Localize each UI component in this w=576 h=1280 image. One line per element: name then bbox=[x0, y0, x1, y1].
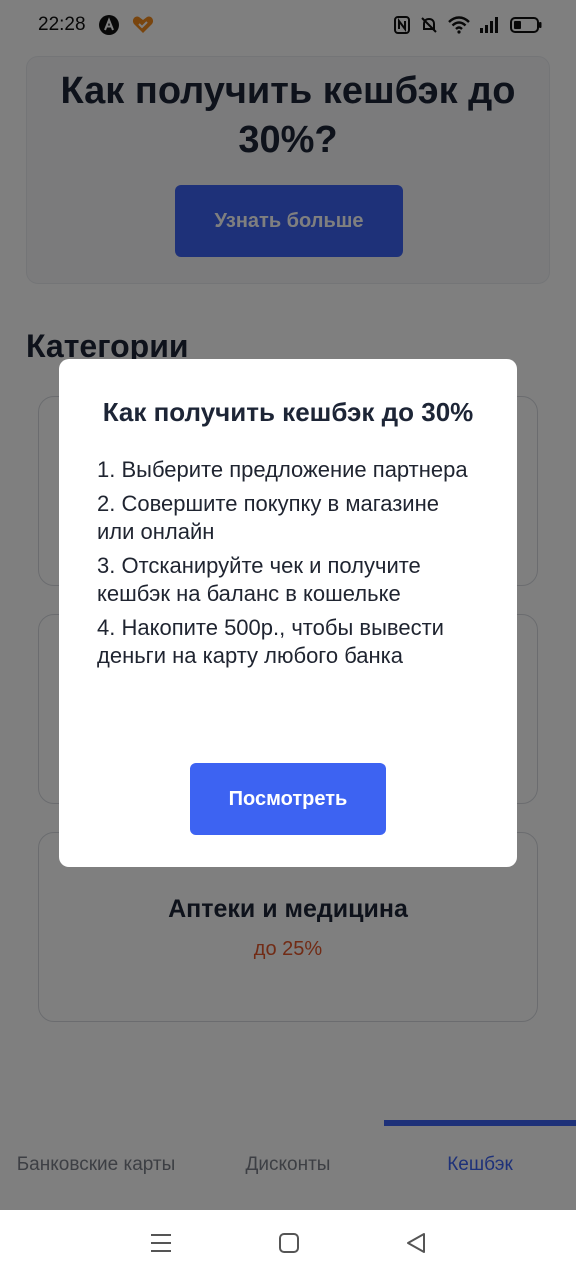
system-nav-bar bbox=[0, 1210, 576, 1280]
view-button[interactable]: Посмотреть bbox=[190, 763, 386, 835]
cashback-info-modal: Как получить кешбэк до 30% 1. Выберите п… bbox=[59, 359, 517, 867]
step-item: 2. Совершите покупку в магазине или онла… bbox=[97, 491, 439, 545]
step-item: 4. Накопите 500р., чтобы вывести деньги … bbox=[97, 615, 444, 669]
modal-title: Как получить кешбэк до 30% bbox=[102, 397, 474, 427]
step-item: 1. Выберите предложение партнера bbox=[97, 457, 468, 483]
step-item: 3. Отсканируйте чек и получите кешбэк на… bbox=[97, 553, 421, 607]
home-square-icon[interactable] bbox=[278, 1232, 300, 1259]
menu-icon[interactable] bbox=[150, 1233, 172, 1258]
screen: 22:28 Как bbox=[0, 0, 576, 1280]
steps-list: 1. Выберите предложение партнера 2. Сове… bbox=[97, 456, 479, 670]
back-triangle-icon[interactable] bbox=[406, 1232, 426, 1259]
